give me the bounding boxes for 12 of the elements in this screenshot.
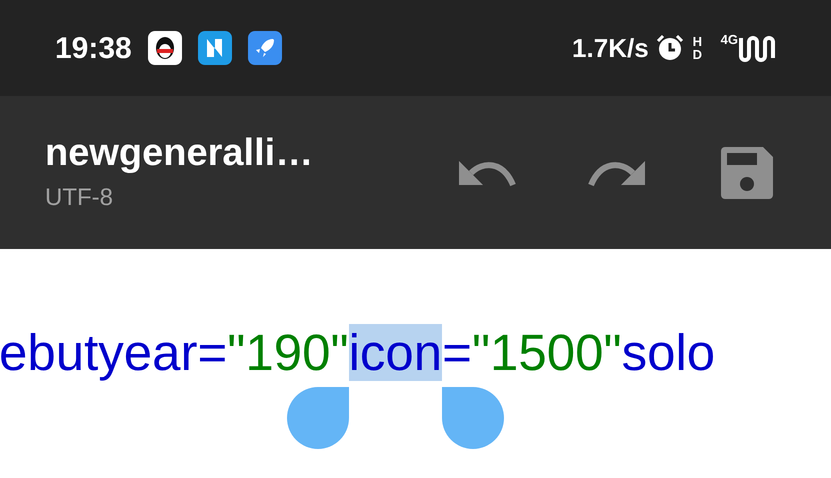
file-name: newgeneralli… (45, 130, 314, 176)
clock-time: 19:38 (55, 30, 132, 66)
network-speed: 1.7K/s (572, 32, 649, 64)
selected-code-text: icon (348, 324, 442, 381)
code-text: "190" (227, 324, 349, 381)
hd-indicator: HD (692, 35, 704, 61)
code-text: "1500" (472, 324, 622, 381)
network-type: 4G (720, 31, 738, 49)
code-text: = (442, 324, 472, 381)
encoding-label: UTF-8 (45, 182, 114, 212)
code-text: solo (622, 324, 716, 381)
code-text: ebutyear= (0, 324, 228, 381)
